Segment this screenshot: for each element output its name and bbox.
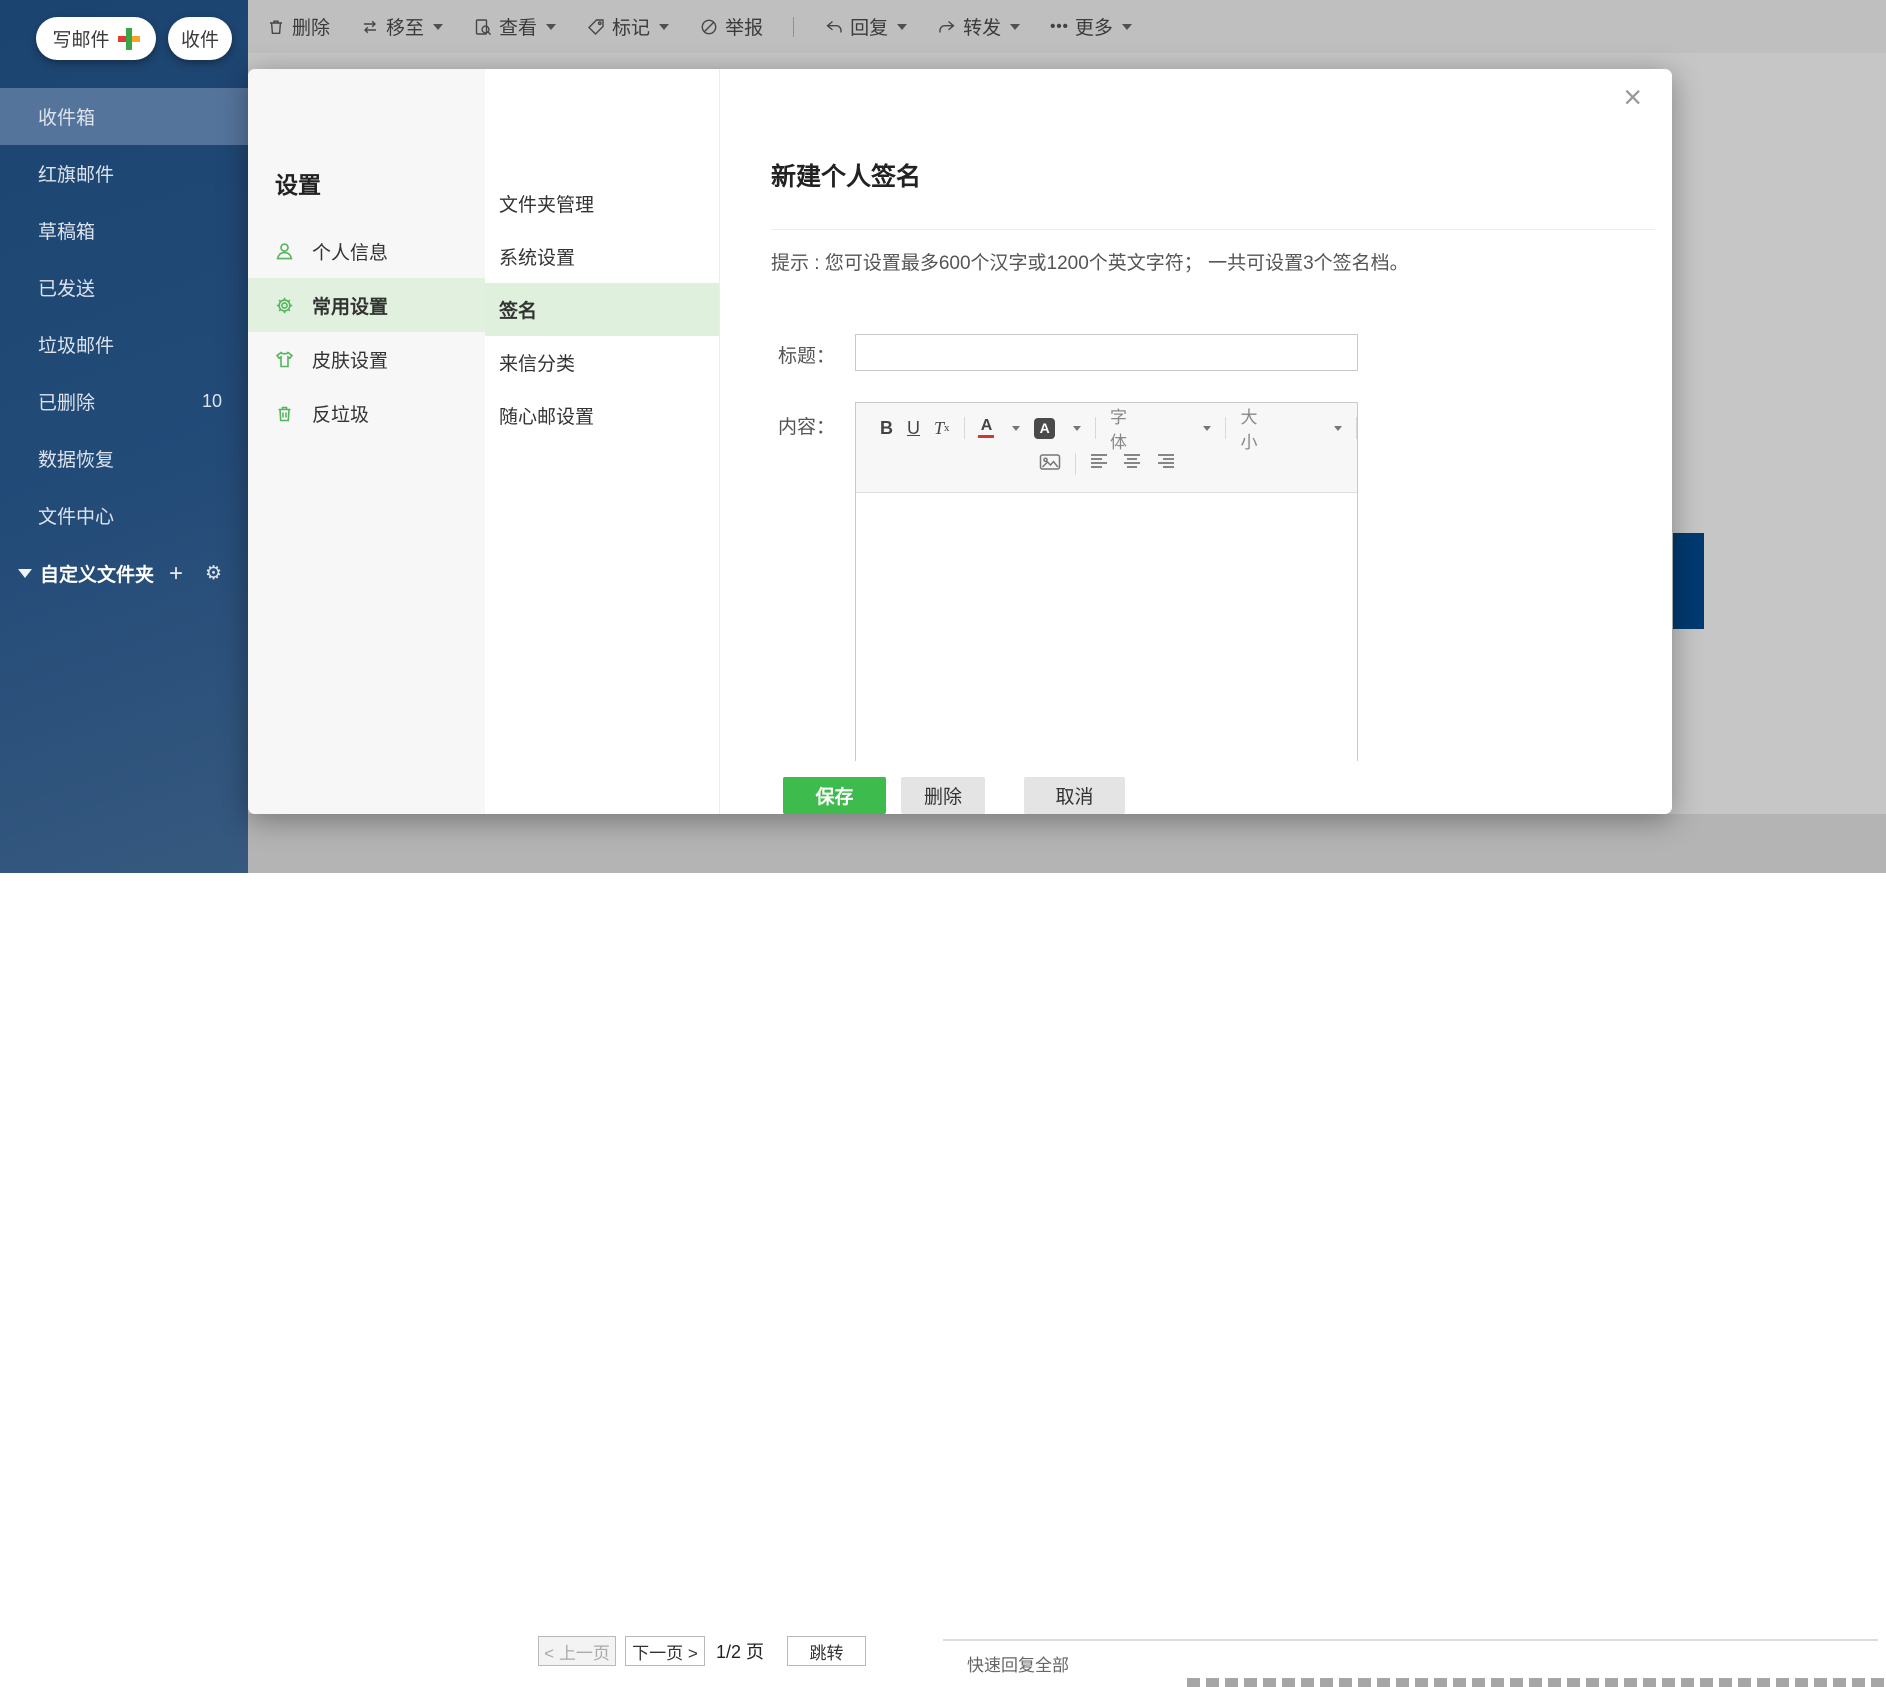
toolbar-separator <box>1094 417 1096 439</box>
sidebar-item-flagged[interactable]: 红旗邮件 <box>0 145 248 202</box>
collapse-triangle-icon[interactable] <box>18 569 32 578</box>
add-folder-icon[interactable]: + <box>169 561 183 586</box>
title-field-label: 标题： <box>777 346 835 367</box>
color-swatch <box>978 435 995 438</box>
page-indicator: 1/2 页 <box>716 1642 765 1662</box>
sidebar-item-file-center[interactable]: 文件中心 <box>0 487 248 544</box>
subnav-folder-management[interactable]: 文件夹管理 <box>485 177 719 230</box>
subnav-incoming-classification[interactable]: 来信分类 <box>485 336 719 389</box>
jump-page-button[interactable]: 跳转 <box>787 1636 866 1666</box>
feedback-tab[interactable] <box>1673 533 1704 629</box>
subnav-system-settings[interactable]: 系统设置 <box>485 230 719 283</box>
trash-icon <box>278 406 291 421</box>
receive-button[interactable]: 收件 <box>168 17 232 60</box>
sidebar-item-inbox[interactable]: 收件箱 <box>0 88 248 145</box>
toolbar-separator <box>963 417 965 439</box>
sidebar-item-sent[interactable]: 已发送 <box>0 259 248 316</box>
chevron-down-icon[interactable] <box>1072 425 1081 431</box>
next-page-button[interactable]: 下一页 > <box>625 1636 705 1666</box>
gear-icon <box>276 297 293 313</box>
sidebar-item-deleted[interactable]: 已删除 10 <box>0 373 248 430</box>
settings-subnav-panel: 文件夹管理 系统设置 签名 来信分类 随心邮设置 <box>485 69 720 814</box>
settings-nav-panel: 设置 个人信息 常用设置 皮肤设置 反垃圾 <box>248 69 485 814</box>
settings-nav-common-settings[interactable]: 常用设置 <box>248 278 485 332</box>
save-button[interactable]: 保存 <box>783 777 886 814</box>
toolbar-separator <box>1225 417 1227 439</box>
deleted-count-badge: 10 <box>201 391 222 411</box>
settings-nav-skin-settings[interactable]: 皮肤设置 <box>248 332 485 386</box>
sidebar-item-data-recovery[interactable]: 数据恢复 <box>0 430 248 487</box>
settings-modal: 设置 个人信息 常用设置 皮肤设置 反垃圾 文件夹管理 系统设置 签名 来信分类… <box>248 69 1672 814</box>
clear-format-button[interactable]: Tx <box>934 418 950 439</box>
signature-panel: × 新建个人签名 提示 : 您可设置最多600个汉字或1200个英文字符； 一共… <box>720 69 1672 814</box>
plus-icon <box>117 27 140 50</box>
user-icon <box>276 242 293 259</box>
signature-editor: B U Tx A A 字体 大小 <box>855 402 1358 761</box>
font-size-select[interactable]: 大小 <box>1240 403 1342 453</box>
chevron-down-icon <box>1333 425 1342 431</box>
custom-folders-label[interactable]: 自定义文件夹 <box>40 560 169 587</box>
shirt-icon <box>275 350 294 367</box>
toolbar-separator <box>1355 417 1357 439</box>
cancel-button[interactable]: 取消 <box>1024 777 1125 814</box>
bg-color-button[interactable]: A <box>1034 417 1055 439</box>
text-color-button[interactable]: A <box>978 418 995 438</box>
panel-title: 新建个人签名 <box>771 163 922 191</box>
toolbar-separator <box>1074 453 1076 475</box>
chevron-down-icon[interactable] <box>1012 425 1021 431</box>
quick-reply-label: 快速回复全部 <box>967 1656 1069 1675</box>
clipped-text-row <box>1187 1678 1886 1687</box>
mail-app-screen: 删除 移至 查看 标记 举报 回复 转发 ••• 更多 < 上一页 下一页 > … <box>0 0 1886 1687</box>
editor-toolbar: B U Tx A A 字体 大小 <box>856 403 1357 493</box>
divider <box>771 229 1655 230</box>
sidebar: 写邮件 收件 收件箱 红旗邮件 草稿箱 已发送 垃圾邮件 已删除 10 数据恢复 … <box>0 0 248 873</box>
custom-folders-row: 自定义文件夹 + ⚙ <box>0 545 248 602</box>
subnav-signature[interactable]: 签名 <box>485 283 719 336</box>
underline-button[interactable]: U <box>907 418 920 439</box>
manage-folders-gear-icon[interactable]: ⚙ <box>205 564 222 583</box>
align-right-button[interactable] <box>1156 453 1175 469</box>
delete-button[interactable]: 删除 <box>901 777 985 814</box>
settings-title: 设置 <box>275 172 321 198</box>
sidebar-item-drafts[interactable]: 草稿箱 <box>0 202 248 259</box>
font-family-select[interactable]: 字体 <box>1110 403 1212 453</box>
signature-content-editor[interactable] <box>856 493 1357 761</box>
subnav-suixin-mail[interactable]: 随心邮设置 <box>485 389 719 442</box>
content-field-label: 内容： <box>777 417 835 438</box>
signature-hint: 提示 : 您可设置最多600个汉字或1200个英文字符； 一共可设置3个签名档。 <box>771 253 1409 274</box>
close-icon[interactable]: × <box>1623 81 1642 113</box>
align-center-button[interactable] <box>1123 453 1142 469</box>
bold-button[interactable]: B <box>880 418 893 439</box>
settings-nav-personal-info[interactable]: 个人信息 <box>248 224 485 278</box>
folder-list: 收件箱 红旗邮件 草稿箱 已发送 垃圾邮件 已删除 10 数据恢复 文件中心 <box>0 88 248 544</box>
prev-page-button[interactable]: < 上一页 <box>538 1636 616 1666</box>
compose-button[interactable]: 写邮件 <box>36 17 156 60</box>
signature-title-input[interactable] <box>855 334 1358 371</box>
chevron-down-icon <box>1203 425 1212 431</box>
quick-reply-box[interactable]: 快速回复全部 <box>943 1639 1886 1687</box>
sidebar-item-spam[interactable]: 垃圾邮件 <box>0 316 248 373</box>
settings-nav-anti-spam[interactable]: 反垃圾 <box>248 386 485 440</box>
insert-image-button[interactable] <box>1039 453 1061 471</box>
align-left-button[interactable] <box>1090 453 1109 469</box>
